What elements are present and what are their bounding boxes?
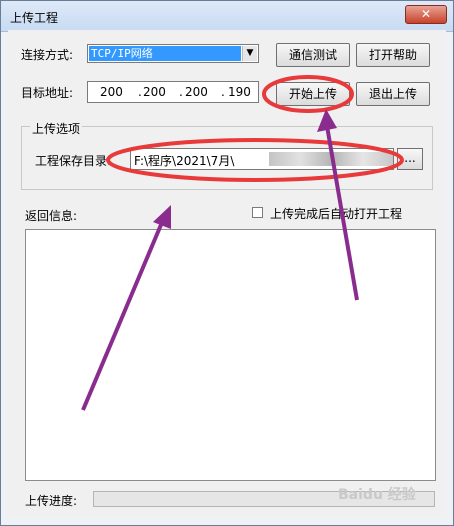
ip-dot: . — [179, 85, 183, 99]
save-directory-input[interactable]: F:\程序\2021\7月\ — [130, 148, 394, 170]
ip-octet-4: 190 — [228, 85, 251, 99]
title-bar: 上传工程 ✕ — [1, 1, 453, 32]
auto-open-checkbox[interactable] — [252, 207, 263, 218]
watermark-logo: Baidu 经验 — [338, 487, 416, 503]
upload-options-label: 上传选项 — [30, 120, 83, 137]
chevron-down-icon[interactable]: ▼ — [242, 46, 257, 61]
auto-open-label[interactable]: 上传完成后自动打开工程 — [270, 205, 402, 222]
close-button[interactable]: ✕ — [405, 5, 447, 24]
ip-dot: . — [221, 85, 225, 99]
return-info-label: 返回信息: — [25, 209, 78, 223]
target-ip-input[interactable]: 200 . 200 . 200 . 190 — [87, 81, 259, 103]
connection-method-label: 连接方式: — [21, 48, 74, 62]
save-directory-value: F:\程序\2021\7月\ — [134, 154, 235, 168]
window-title: 上传工程 — [10, 11, 59, 25]
start-upload-button[interactable]: 开始上传 — [276, 82, 350, 106]
comm-test-button[interactable]: 通信测试 — [276, 43, 350, 67]
ip-dot: . — [138, 85, 142, 99]
redacted-path-blur — [269, 152, 393, 166]
ip-octet-3: 200 — [185, 85, 208, 99]
browse-button[interactable]: ... — [397, 148, 423, 170]
return-info-textarea[interactable] — [25, 229, 436, 481]
open-help-button[interactable]: 打开帮助 — [356, 43, 430, 67]
upload-progress-label: 上传进度: — [25, 494, 78, 508]
target-address-label: 目标地址: — [21, 86, 74, 100]
save-directory-label: 工程保存目录: — [35, 154, 112, 168]
ip-octet-1: 200 — [100, 85, 123, 99]
connection-method-select[interactable]: TCP/IP网络 ▼ — [87, 44, 259, 63]
connection-method-value: TCP/IP网络 — [89, 46, 241, 61]
exit-upload-button[interactable]: 退出上传 — [356, 82, 430, 106]
ip-octet-2: 200 — [143, 85, 166, 99]
